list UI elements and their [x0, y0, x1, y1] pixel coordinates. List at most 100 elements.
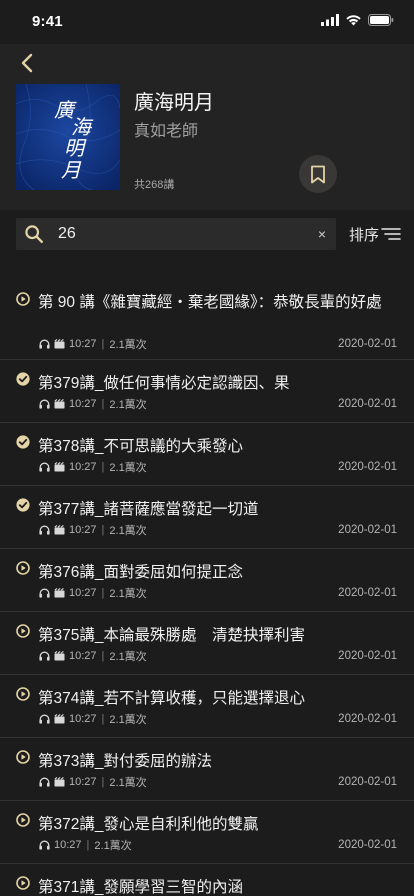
meta-divider: |: [101, 776, 105, 788]
episode-state-button[interactable]: [16, 687, 30, 706]
play-circle-icon: [16, 561, 30, 575]
back-button[interactable]: [14, 50, 40, 76]
episode-row[interactable]: 第376講_面對委屈如何提正念 10:27 | 2.1萬次 2020-02-01: [0, 549, 414, 612]
sort-label: 排序: [349, 226, 380, 244]
search-icon: [25, 225, 43, 243]
sort-button[interactable]: 排序: [349, 223, 401, 245]
episode-plays: 2.1萬次: [109, 339, 147, 351]
headphones-icon: [39, 651, 50, 661]
episode-title: 第377講_諸菩薩應當發起一切道: [38, 501, 259, 518]
episode-state-button[interactable]: [16, 750, 30, 769]
headphones-icon: [39, 840, 50, 850]
episode-title: 第379講_做任何事情必定認識因、果: [38, 375, 290, 392]
album-cover[interactable]: 廣 海 明 月: [16, 84, 120, 190]
episode-state-button[interactable]: [16, 435, 30, 454]
episode-date: 2020-02-01: [338, 713, 397, 725]
episode-meta: 10:27 | 2.1萬次: [39, 522, 147, 538]
episode-list: 第 90 講《雜寶藏經・棄老國緣》：恭敬長輩的好處 10:27 | 2.1萬次 2020…: [0, 270, 414, 896]
episode-duration: 10:27: [69, 776, 97, 788]
episode-duration: 10:27: [69, 398, 97, 410]
video-icon: [54, 651, 65, 661]
episode-date: 2020-02-01: [338, 650, 397, 662]
headphones-icon: [39, 339, 50, 349]
episode-row[interactable]: 第377講_諸菩薩應當發起一切道 10:27 | 2.1萬次 2020-02-01: [0, 486, 414, 549]
episode-row[interactable]: 第378講_不可思議的大乘發心 10:27 | 2.1萬次 2020-02-01: [0, 423, 414, 486]
episode-title: 第371講_發願學習三智的內涵: [38, 879, 243, 896]
episode-title: 第 90 講《雜寶藏經・棄老國緣》：恭敬長輩的好處: [38, 294, 382, 311]
episode-date: 2020-02-01: [338, 776, 397, 788]
episode-row[interactable]: 第 90 講《雜寶藏經・棄老國緣》：恭敬長輩的好處 10:27 | 2.1萬次 2020…: [0, 270, 414, 360]
video-icon: [54, 339, 65, 349]
meta-divider: |: [101, 713, 105, 725]
episode-meta: 10:27 | 2.1萬次: [39, 336, 147, 352]
episode-plays: 2.1萬次: [109, 777, 147, 789]
meta-divider: |: [101, 524, 105, 536]
episode-title: 第378講_不可思議的大乘發心: [38, 438, 243, 455]
episode-count: 共268講: [134, 179, 175, 191]
video-icon: [54, 714, 65, 724]
episode-date: 2020-02-01: [338, 461, 397, 473]
video-icon: [54, 462, 65, 472]
episode-meta: 10:27 | 2.1萬次: [39, 774, 147, 790]
wifi-icon: [346, 15, 361, 26]
episode-state-button[interactable]: [16, 292, 30, 311]
play-circle-icon: [16, 624, 30, 638]
search-input[interactable]: [58, 218, 308, 250]
bookmark-button[interactable]: [299, 155, 337, 193]
meta-divider: |: [101, 398, 105, 410]
episode-plays: 2.1萬次: [109, 525, 147, 537]
episode-title: 第375講_本論最殊勝處 清楚抉擇利害: [38, 627, 305, 644]
album-header: 廣 海 明 月 廣海明月 真如老師 共268講: [0, 44, 414, 210]
episode-date: 2020-02-01: [338, 524, 397, 536]
check-circle-icon: [16, 372, 30, 386]
episode-row[interactable]: 第375講_本論最殊勝處 清楚抉擇利害 10:27 | 2.1萬次 2020-02-01: [0, 612, 414, 675]
signal-icon: [321, 14, 339, 26]
headphones-icon: [39, 525, 50, 535]
episode-meta: 10:27 | 2.1萬次: [39, 648, 147, 664]
clear-search-button[interactable]: ×: [313, 225, 331, 243]
episode-row[interactable]: 第373講_對付委屈的辦法 10:27 | 2.1萬次 2020-02-01: [0, 738, 414, 801]
episode-date: 2020-02-01: [338, 338, 397, 350]
episode-plays: 2.1萬次: [109, 462, 147, 474]
episode-plays: 2.1萬次: [109, 588, 147, 600]
check-circle-icon: [16, 498, 30, 512]
status-icons: [321, 14, 394, 26]
check-circle-icon: [16, 435, 30, 449]
video-icon: [54, 588, 65, 598]
episode-plays: 2.1萬次: [94, 840, 132, 852]
episode-state-button[interactable]: [16, 624, 30, 643]
episode-row[interactable]: 第374講_若不計算收穫，只能選擇退心 10:27 | 2.1萬次 2020-02-01: [0, 675, 414, 738]
episode-state-button[interactable]: [16, 561, 30, 580]
episode-duration: 10:27: [69, 524, 97, 536]
video-icon: [54, 525, 65, 535]
video-icon: [54, 399, 65, 409]
episode-duration: 10:27: [69, 338, 97, 350]
episode-title: 第373講_對付委屈的辦法: [38, 753, 212, 770]
episode-plays: 2.1萬次: [109, 399, 147, 411]
episode-state-button[interactable]: [16, 498, 30, 517]
episode-row[interactable]: 第372講_發心是自利利他的雙贏 10:27 | 2.1萬次 2020-02-01: [0, 801, 414, 864]
play-circle-icon: [16, 687, 30, 701]
meta-divider: |: [101, 338, 105, 350]
episode-duration: 10:27: [69, 650, 97, 662]
episode-state-button[interactable]: [16, 876, 30, 895]
episode-meta: 10:27 | 2.1萬次: [39, 396, 147, 412]
episode-row[interactable]: 第371講_發願學習三智的內涵: [0, 864, 414, 896]
episode-plays: 2.1萬次: [109, 714, 147, 726]
episode-state-button[interactable]: [16, 813, 30, 832]
play-circle-icon: [16, 876, 30, 890]
meta-divider: |: [86, 839, 90, 851]
headphones-icon: [39, 399, 50, 409]
album-author[interactable]: 真如老師: [134, 117, 198, 141]
meta-divider: |: [101, 650, 105, 662]
headphones-icon: [39, 777, 50, 787]
episode-state-button[interactable]: [16, 372, 30, 391]
episode-row[interactable]: 第379講_做任何事情必定認識因、果 10:27 | 2.1萬次 2020-02-01: [0, 360, 414, 423]
episode-date: 2020-02-01: [338, 839, 397, 851]
video-icon: [54, 777, 65, 787]
search-box[interactable]: ×: [16, 218, 336, 250]
status-bar: 9:41: [0, 0, 414, 44]
episode-date: 2020-02-01: [338, 587, 397, 599]
album-title: 廣海明月: [134, 92, 214, 114]
headphones-icon: [39, 588, 50, 598]
